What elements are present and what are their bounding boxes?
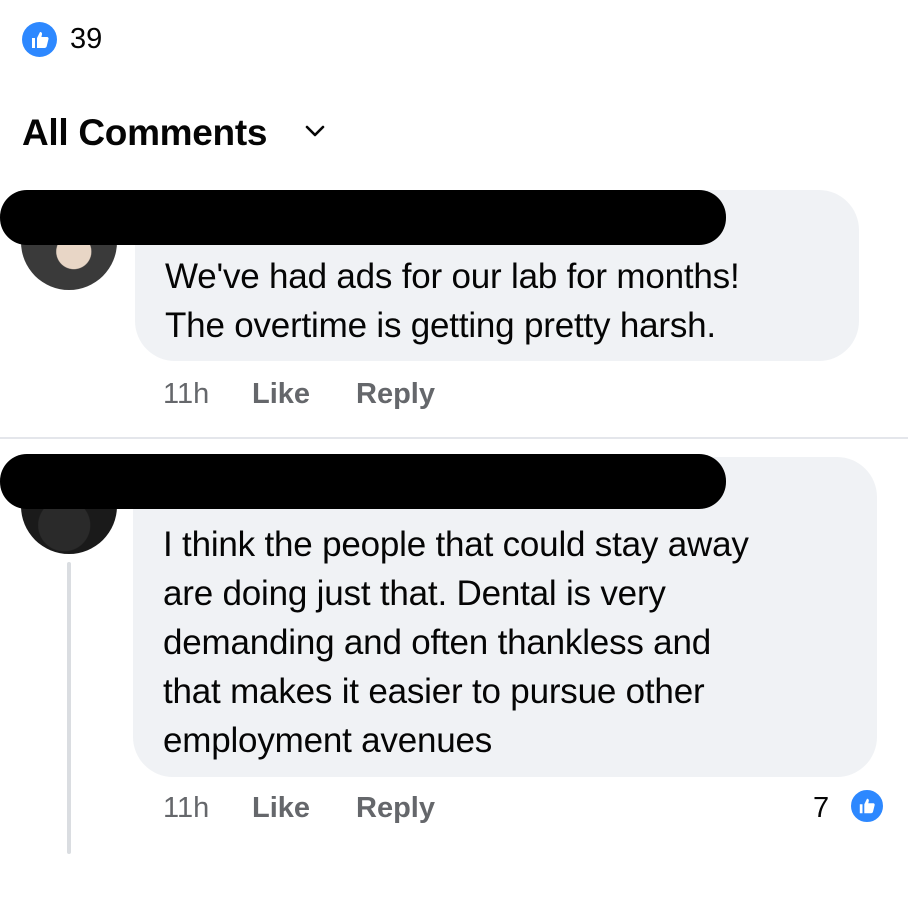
comment-timestamp[interactable]: 11h [163, 376, 209, 412]
thumbs-up-icon [859, 798, 875, 814]
like-reaction-badge[interactable] [22, 22, 57, 57]
chevron-down-icon[interactable] [302, 122, 328, 140]
comment-timestamp[interactable]: 11h [163, 790, 209, 826]
like-button[interactable]: Like [252, 790, 310, 826]
like-button[interactable]: Like [252, 376, 310, 412]
redaction-bar [0, 454, 726, 509]
post-reaction-count[interactable]: 39 [70, 20, 102, 58]
redaction-bar [0, 190, 726, 245]
reply-button[interactable]: Reply [356, 790, 435, 826]
comment-text: We've had ads for our lab for months! Th… [165, 257, 740, 345]
comment-reaction-count[interactable]: 7 [813, 790, 829, 826]
comment-text: I think the people that could stay away … [163, 525, 749, 760]
reply-button[interactable]: Reply [356, 376, 435, 412]
comment-like-reaction-badge[interactable] [848, 787, 886, 825]
thread-line [67, 562, 71, 854]
all-comments-filter[interactable]: All Comments [22, 110, 267, 156]
thumbs-up-icon [31, 31, 49, 48]
comment-divider [0, 437, 908, 439]
